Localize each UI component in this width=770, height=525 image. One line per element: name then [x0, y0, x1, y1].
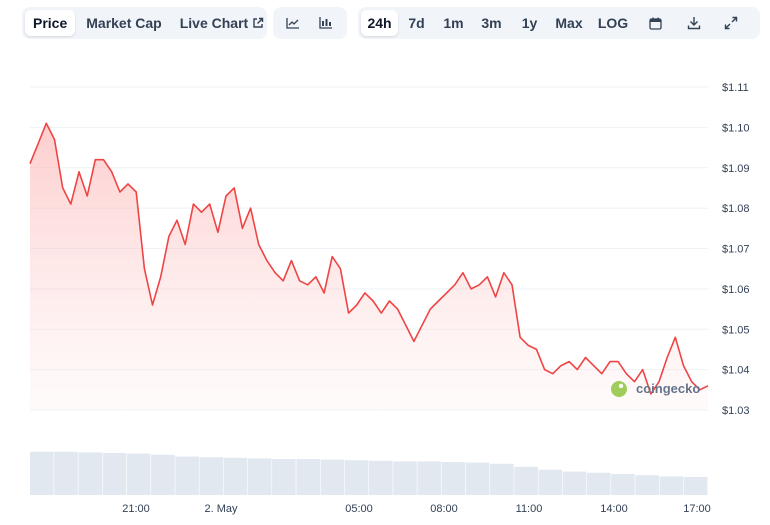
- volume-bar: [151, 454, 175, 495]
- volume-bar: [441, 462, 466, 495]
- volume-bar: [223, 457, 248, 495]
- volume-bar: [393, 461, 417, 495]
- y-tick-label: $1.10: [722, 122, 750, 134]
- volume-bar: [586, 472, 611, 495]
- volume-bar: [344, 460, 369, 495]
- volume-bar: [78, 452, 102, 495]
- volume-bar: [683, 477, 708, 495]
- y-tick-label: $1.03: [722, 405, 750, 417]
- y-tick-label: $1.05: [722, 324, 750, 336]
- coingecko-logo-icon: [611, 381, 627, 397]
- volume-bar: [538, 469, 563, 495]
- volume-bar: [562, 471, 587, 495]
- x-tick-label: 05:00: [345, 503, 373, 515]
- volume-bar: [54, 451, 78, 495]
- volume-bar: [514, 466, 538, 495]
- volume-bar: [175, 456, 199, 495]
- volume-bar: [296, 459, 320, 495]
- x-tick-label: 2. May: [204, 503, 238, 515]
- watermark-text: coingecko: [636, 381, 700, 396]
- volume-bars: [30, 451, 708, 495]
- x-tick-label: 11:00: [516, 503, 543, 515]
- x-tick-label: 17:00: [683, 503, 711, 515]
- x-tick-label: 08:00: [430, 503, 458, 515]
- volume-bar: [635, 475, 659, 495]
- volume-bar: [659, 476, 684, 495]
- volume-bar: [611, 474, 635, 495]
- y-axis-labels: $1.11 $1.10 $1.09 $1.08 $1.07 $1.06 $1.05 $1.04…: [722, 82, 750, 417]
- x-axis-labels: 21:00 2. May 05:00 08:00 11:00 14:00 17:00: [122, 503, 711, 515]
- volume-bar: [465, 462, 490, 495]
- volume-bar: [272, 459, 296, 495]
- y-tick-label: $1.08: [722, 203, 750, 215]
- volume-bar: [199, 457, 224, 495]
- y-tick-label: $1.11: [722, 82, 749, 94]
- volume-bar: [369, 460, 393, 495]
- y-tick-label: $1.06: [722, 284, 750, 296]
- coingecko-logo-eye: [618, 383, 624, 389]
- y-tick-label: $1.07: [722, 244, 750, 256]
- y-tick-label: $1.04: [722, 365, 750, 377]
- y-tick-label: $1.09: [722, 163, 750, 175]
- coingecko-watermark: coingecko: [611, 381, 700, 397]
- volume-bar: [247, 458, 272, 495]
- volume-bar: [490, 463, 514, 495]
- x-tick-label: 14:00: [600, 503, 628, 515]
- x-tick-label: 21:00: [122, 503, 150, 515]
- volume-bar: [102, 453, 127, 495]
- volume-bar: [126, 453, 151, 495]
- volume-bar: [30, 451, 54, 495]
- volume-bar: [320, 459, 345, 495]
- price-chart[interactable]: $1.11 $1.10 $1.09 $1.08 $1.07 $1.06 $1.05 $1.04…: [0, 0, 770, 525]
- volume-bar: [417, 461, 441, 495]
